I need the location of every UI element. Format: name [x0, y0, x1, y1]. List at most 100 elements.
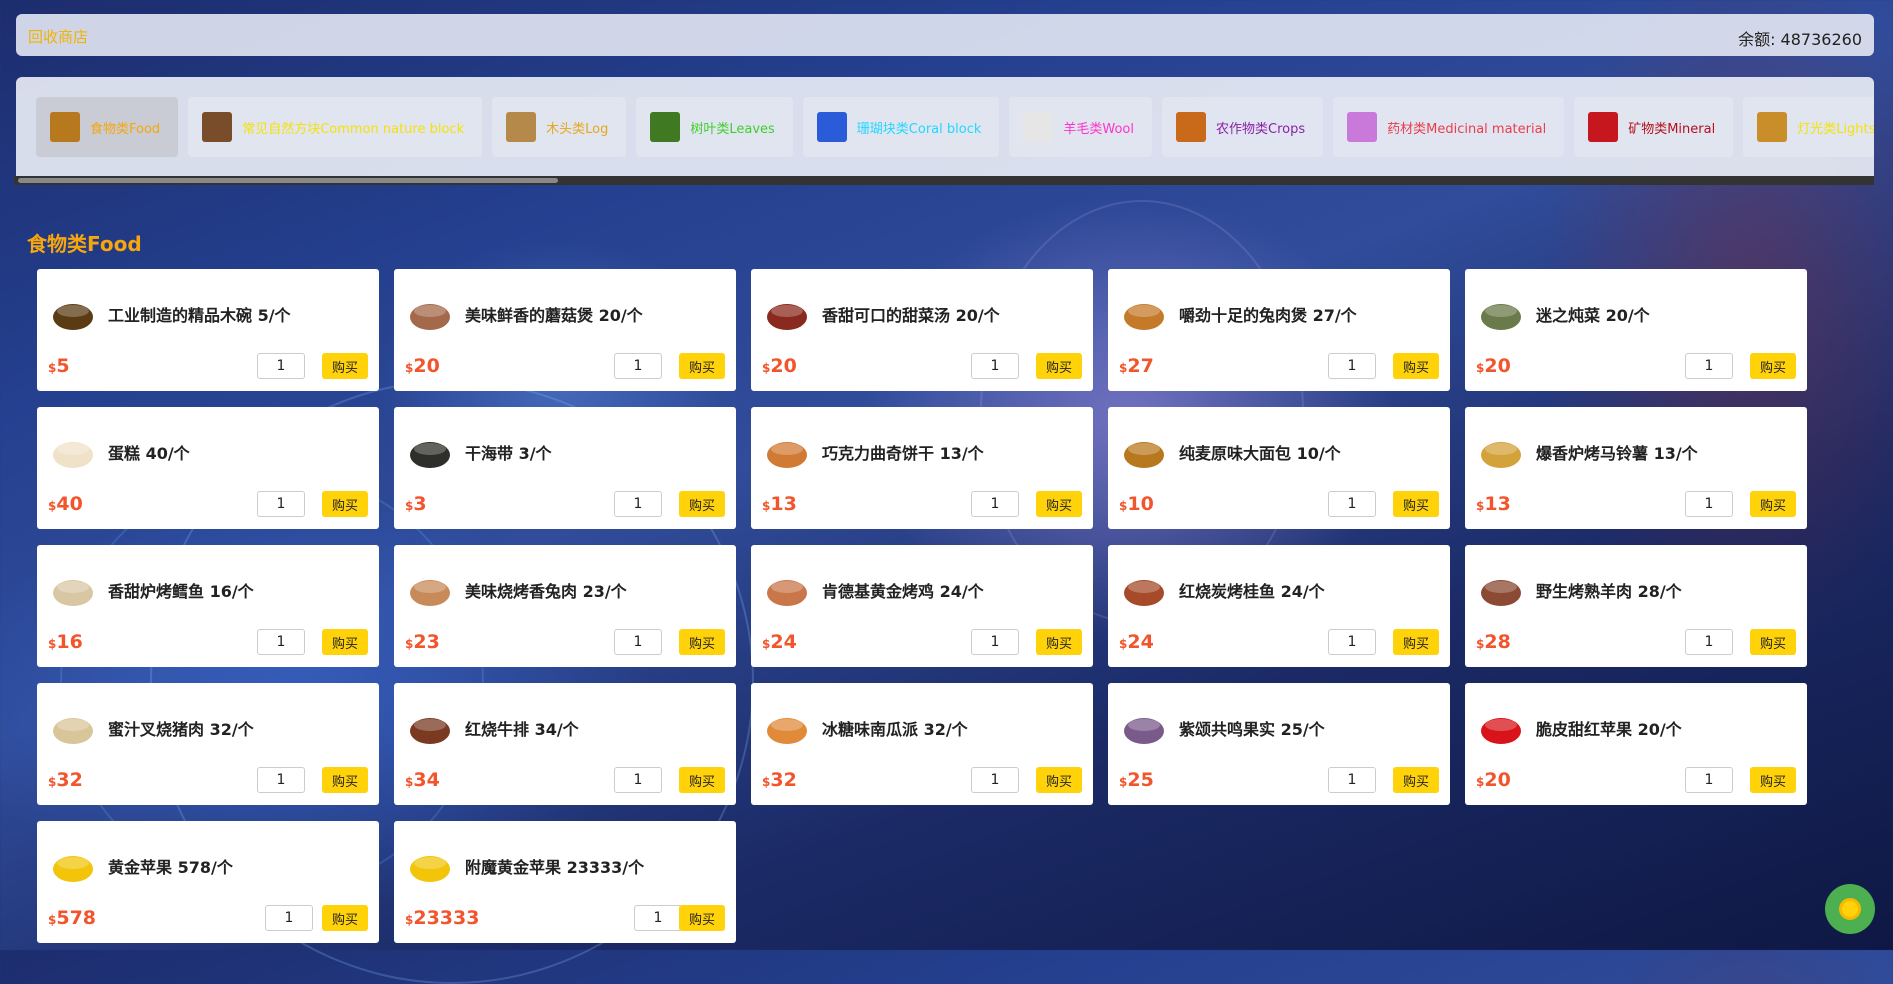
buy-button[interactable]: 购买	[1036, 491, 1082, 517]
category-tab[interactable]: 树叶类Leaves	[636, 97, 793, 157]
category-tab[interactable]: 矿物类Mineral	[1574, 97, 1734, 157]
bread-icon	[50, 112, 80, 142]
item-price: $10	[1119, 493, 1154, 515]
category-tab[interactable]: 农作物类Crops	[1162, 97, 1324, 157]
quantity-input[interactable]	[1685, 353, 1733, 379]
buy-button[interactable]: 购买	[322, 353, 368, 379]
quantity-input[interactable]	[1685, 629, 1733, 655]
mineral-icon	[1588, 112, 1619, 142]
quantity-input[interactable]	[1328, 629, 1376, 655]
coin-icon	[1839, 898, 1861, 920]
category-tab[interactable]: 羊毛类Wool	[1009, 97, 1153, 157]
item-card: 蜜汁叉烧猪肉 32/个 $32 购买	[37, 683, 379, 805]
item-price: $5	[48, 355, 70, 377]
quantity-input[interactable]	[1328, 491, 1376, 517]
item-name: 干海带 3/个	[465, 444, 552, 463]
quantity-input[interactable]	[971, 767, 1019, 793]
item-price: $20	[1476, 769, 1511, 791]
buy-button[interactable]: 购买	[1393, 353, 1439, 379]
item-price: $23333	[405, 907, 479, 929]
item-name: 蛋糕 40/个	[108, 444, 190, 463]
item-price: $13	[1476, 493, 1511, 515]
item-name: 黄金苹果 578/个	[108, 858, 233, 877]
price-value: 24	[770, 631, 797, 653]
category-tab[interactable]: 灯光类Lights	[1743, 97, 1874, 157]
buy-button[interactable]: 购买	[1750, 629, 1796, 655]
buy-button[interactable]: 购买	[1393, 491, 1439, 517]
item-price: $20	[762, 355, 797, 377]
buy-button[interactable]: 购买	[322, 767, 368, 793]
floating-action-button[interactable]	[1825, 884, 1875, 934]
category-tab-label: 灯光类Lights	[1797, 121, 1874, 137]
quantity-input[interactable]	[1685, 767, 1733, 793]
wool-icon	[1023, 112, 1054, 142]
quantity-input[interactable]	[971, 491, 1019, 517]
chorus-fruit-icon	[1120, 703, 1168, 751]
buy-button[interactable]: 购买	[322, 491, 368, 517]
buy-button[interactable]: 购买	[1393, 767, 1439, 793]
buy-button[interactable]: 购买	[679, 629, 725, 655]
buy-button[interactable]: 购买	[679, 767, 725, 793]
quantity-input[interactable]	[614, 767, 662, 793]
item-price: $20	[405, 355, 440, 377]
section-title: 食物类Food	[27, 232, 142, 256]
buy-button[interactable]: 购买	[1750, 491, 1796, 517]
buy-button[interactable]: 购买	[679, 491, 725, 517]
quantity-input[interactable]	[1685, 491, 1733, 517]
item-name: 蜜汁叉烧猪肉 32/个	[108, 720, 254, 739]
rabbit-stew-icon	[1120, 289, 1168, 337]
category-tab[interactable]: 木头类Log	[492, 97, 627, 157]
shop-title[interactable]: 回收商店	[28, 26, 88, 47]
category-scrollbar-thumb[interactable]	[18, 178, 558, 183]
price-value: 23333	[413, 907, 480, 929]
item-price: $40	[48, 493, 83, 515]
quantity-input[interactable]	[634, 905, 682, 931]
quantity-input[interactable]	[257, 629, 305, 655]
quantity-input[interactable]	[971, 629, 1019, 655]
buy-button[interactable]: 购买	[1393, 629, 1439, 655]
buy-button[interactable]: 购买	[1036, 629, 1082, 655]
category-tab[interactable]: 药材类Medicinal material	[1333, 97, 1565, 157]
quantity-input[interactable]	[614, 491, 662, 517]
price-value: 13	[770, 493, 797, 515]
buy-button[interactable]: 购买	[322, 629, 368, 655]
dried-kelp-icon	[406, 427, 454, 475]
item-price: $20	[1476, 355, 1511, 377]
quantity-input[interactable]	[1328, 353, 1376, 379]
cooked-porkchop-icon	[49, 703, 97, 751]
item-price: $3	[405, 493, 427, 515]
beetroot-soup-icon	[763, 289, 811, 337]
quantity-input[interactable]	[257, 353, 305, 379]
quantity-input[interactable]	[614, 353, 662, 379]
buy-button[interactable]: 购买	[679, 353, 725, 379]
buy-button[interactable]: 购买	[1036, 767, 1082, 793]
buy-button[interactable]: 购买	[679, 905, 725, 931]
item-card: 肯德基黄金烤鸡 24/个 $24 购买	[751, 545, 1093, 667]
price-value: 20	[1484, 769, 1511, 791]
item-card: 香甜炉烤鳕鱼 16/个 $16 购买	[37, 545, 379, 667]
quantity-input[interactable]	[614, 629, 662, 655]
buy-button[interactable]: 购买	[1750, 767, 1796, 793]
item-card: 干海带 3/个 $3 购买	[394, 407, 736, 529]
bowl-icon	[49, 289, 97, 337]
buy-button[interactable]: 购买	[1750, 353, 1796, 379]
category-panel: 食物类Food 常见自然方块Common nature block 木头类Log 树叶…	[16, 77, 1874, 183]
quantity-input[interactable]	[257, 767, 305, 793]
item-name: 美味鲜香的蘑菇煲 20/个	[465, 306, 643, 325]
quantity-input[interactable]	[1328, 767, 1376, 793]
price-value: 27	[1127, 355, 1154, 377]
price-value: 32	[56, 769, 83, 791]
quantity-input[interactable]	[257, 491, 305, 517]
category-tab[interactable]: 常见自然方块Common nature block	[188, 97, 483, 157]
steak-icon	[406, 703, 454, 751]
buy-button[interactable]: 购买	[1036, 353, 1082, 379]
mushroom-stew-icon	[406, 289, 454, 337]
buy-button[interactable]: 购买	[322, 905, 368, 931]
quantity-input[interactable]	[265, 905, 313, 931]
price-value: 34	[413, 769, 440, 791]
category-tab[interactable]: 食物类Food	[36, 97, 179, 157]
item-card: 工业制造的精品木碗 5/个 $5 购买	[37, 269, 379, 391]
category-tab[interactable]: 珊瑚块类Coral block	[802, 97, 1000, 157]
quantity-input[interactable]	[971, 353, 1019, 379]
category-tab-label: 药材类Medicinal material	[1387, 121, 1547, 137]
